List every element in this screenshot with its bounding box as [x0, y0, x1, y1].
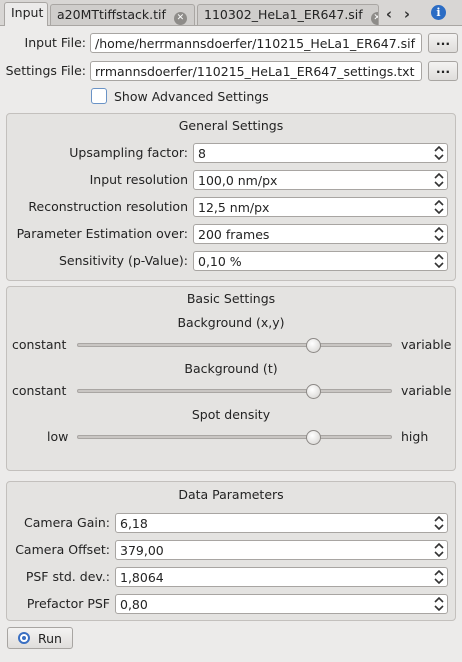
spin-arrows-icon[interactable]: [434, 570, 444, 584]
camera-gain-label: Camera Gain:: [24, 515, 110, 530]
upsampling-factor-label: Upsampling factor:: [69, 145, 188, 160]
background-xy-slider[interactable]: [77, 343, 392, 347]
camera-gain-spinbox[interactable]: 6,18: [115, 513, 448, 533]
background-xy-slider-handle[interactable]: [306, 338, 322, 353]
sensitivity-label: Sensitivity (p-Value):: [58, 253, 188, 268]
run-button[interactable]: Run: [7, 627, 73, 649]
background-xy-title: Background (x,y): [177, 315, 285, 330]
tab-input[interactable]: Input: [4, 2, 48, 26]
input-resolution-label: Input resolution: [89, 172, 188, 187]
settings-file-field[interactable]: rrmannsdoerfer/110215_HeLa1_ER647_settin…: [90, 61, 422, 81]
upsampling-factor-value: 8: [198, 146, 206, 161]
psf-std-dev-value: 1,8064: [120, 570, 164, 585]
tab-bar: Input a20MTtiffstack.tif ✕ 110302_HeLa1_…: [0, 0, 462, 26]
spin-arrows-icon[interactable]: [434, 254, 444, 268]
tab-a20mttiffstack-label: a20MTtiffstack.tif: [57, 7, 166, 22]
spot-density-slider-handle[interactable]: [306, 430, 322, 445]
general-settings-group: General Settings Upsampling factor: 8 In…: [6, 113, 456, 281]
spin-arrows-icon[interactable]: [434, 173, 444, 187]
spot-density-title: Spot density: [191, 407, 271, 422]
input-resolution-value: 100,0 nm/px: [198, 173, 278, 188]
spot-density-min-label: low: [47, 429, 69, 444]
data-parameters-group: Data Parameters Camera Gain: 6,18 Camera…: [6, 481, 456, 621]
sensitivity-value: 0,10 %: [198, 254, 242, 269]
parameter-estimation-spinbox[interactable]: 200 frames: [193, 224, 448, 244]
general-settings-title: General Settings: [178, 118, 284, 133]
spin-arrows-icon[interactable]: [434, 597, 444, 611]
settings-file-browse-button[interactable]: ...: [428, 61, 458, 81]
background-t-max-label: variable: [401, 383, 452, 398]
close-icon[interactable]: ✕: [370, 12, 378, 25]
spin-arrows-icon[interactable]: [434, 543, 444, 557]
basic-settings-group: Basic Settings Background (x,y) constant…: [6, 286, 456, 471]
psf-std-dev-label: PSF std. dev.:: [25, 569, 110, 584]
chevron-right-icon[interactable]: ›: [399, 5, 415, 23]
prefactor-psf-spinbox[interactable]: 0,80: [115, 594, 448, 614]
settings-file-label: Settings File:: [5, 63, 86, 78]
tab-input-label: Input: [11, 5, 44, 20]
background-xy-min-label: constant: [12, 337, 67, 352]
reconstruction-resolution-value: 12,5 nm/px: [198, 200, 270, 215]
spin-arrows-icon[interactable]: [434, 516, 444, 530]
input-file-browse-button[interactable]: ...: [428, 33, 458, 53]
input-file-field[interactable]: /home/herrmannsdoerfer/110215_HeLa1_ER64…: [90, 33, 422, 53]
sensitivity-spinbox[interactable]: 0,10 %: [193, 251, 448, 271]
close-icon[interactable]: ✕: [173, 12, 187, 25]
camera-offset-label: Camera Offset:: [15, 542, 110, 557]
spot-density-max-label: high: [401, 429, 429, 444]
background-t-min-label: constant: [12, 383, 67, 398]
background-xy-max-label: variable: [401, 337, 452, 352]
parameter-estimation-label: Parameter Estimation over:: [16, 226, 188, 241]
spot-density-slider[interactable]: [77, 435, 392, 439]
chevron-left-icon[interactable]: ‹: [381, 5, 397, 23]
show-advanced-checkbox[interactable]: [91, 88, 107, 104]
spin-arrows-icon[interactable]: [434, 227, 444, 241]
run-label: Run: [38, 631, 62, 646]
background-t-slider[interactable]: [77, 389, 392, 393]
tab-hela-sif-label: 110302_HeLa1_ER647.sif: [204, 7, 363, 22]
tab-a20mttiffstack[interactable]: a20MTtiffstack.tif ✕: [50, 4, 195, 26]
upsampling-factor-spinbox[interactable]: 8: [193, 143, 448, 163]
basic-settings-title: Basic Settings: [186, 291, 276, 306]
info-icon[interactable]: i: [431, 5, 446, 20]
camera-gain-value: 6,18: [120, 516, 148, 531]
reconstruction-resolution-spinbox[interactable]: 12,5 nm/px: [193, 197, 448, 217]
camera-offset-value: 379,00: [120, 543, 164, 558]
reconstruction-resolution-label: Reconstruction resolution: [28, 199, 188, 214]
background-t-title: Background (t): [184, 361, 278, 376]
input-panel: Input File: /home/herrmannsdoerfer/11021…: [0, 25, 462, 662]
camera-offset-spinbox[interactable]: 379,00: [115, 540, 448, 560]
show-advanced-label: Show Advanced Settings: [114, 89, 269, 104]
run-icon: [18, 632, 30, 644]
data-parameters-title: Data Parameters: [178, 487, 284, 502]
input-file-label: Input File:: [24, 35, 86, 50]
spin-arrows-icon[interactable]: [434, 200, 444, 214]
prefactor-psf-label: Prefactor PSF: [26, 596, 110, 611]
background-t-slider-handle[interactable]: [306, 384, 322, 399]
input-resolution-spinbox[interactable]: 100,0 nm/px: [193, 170, 448, 190]
tab-hela-sif[interactable]: 110302_HeLa1_ER647.sif ✕: [197, 4, 379, 26]
parameter-estimation-value: 200 frames: [198, 227, 270, 242]
spin-arrows-icon[interactable]: [434, 146, 444, 160]
psf-std-dev-spinbox[interactable]: 1,8064: [115, 567, 448, 587]
prefactor-psf-value: 0,80: [120, 597, 148, 612]
